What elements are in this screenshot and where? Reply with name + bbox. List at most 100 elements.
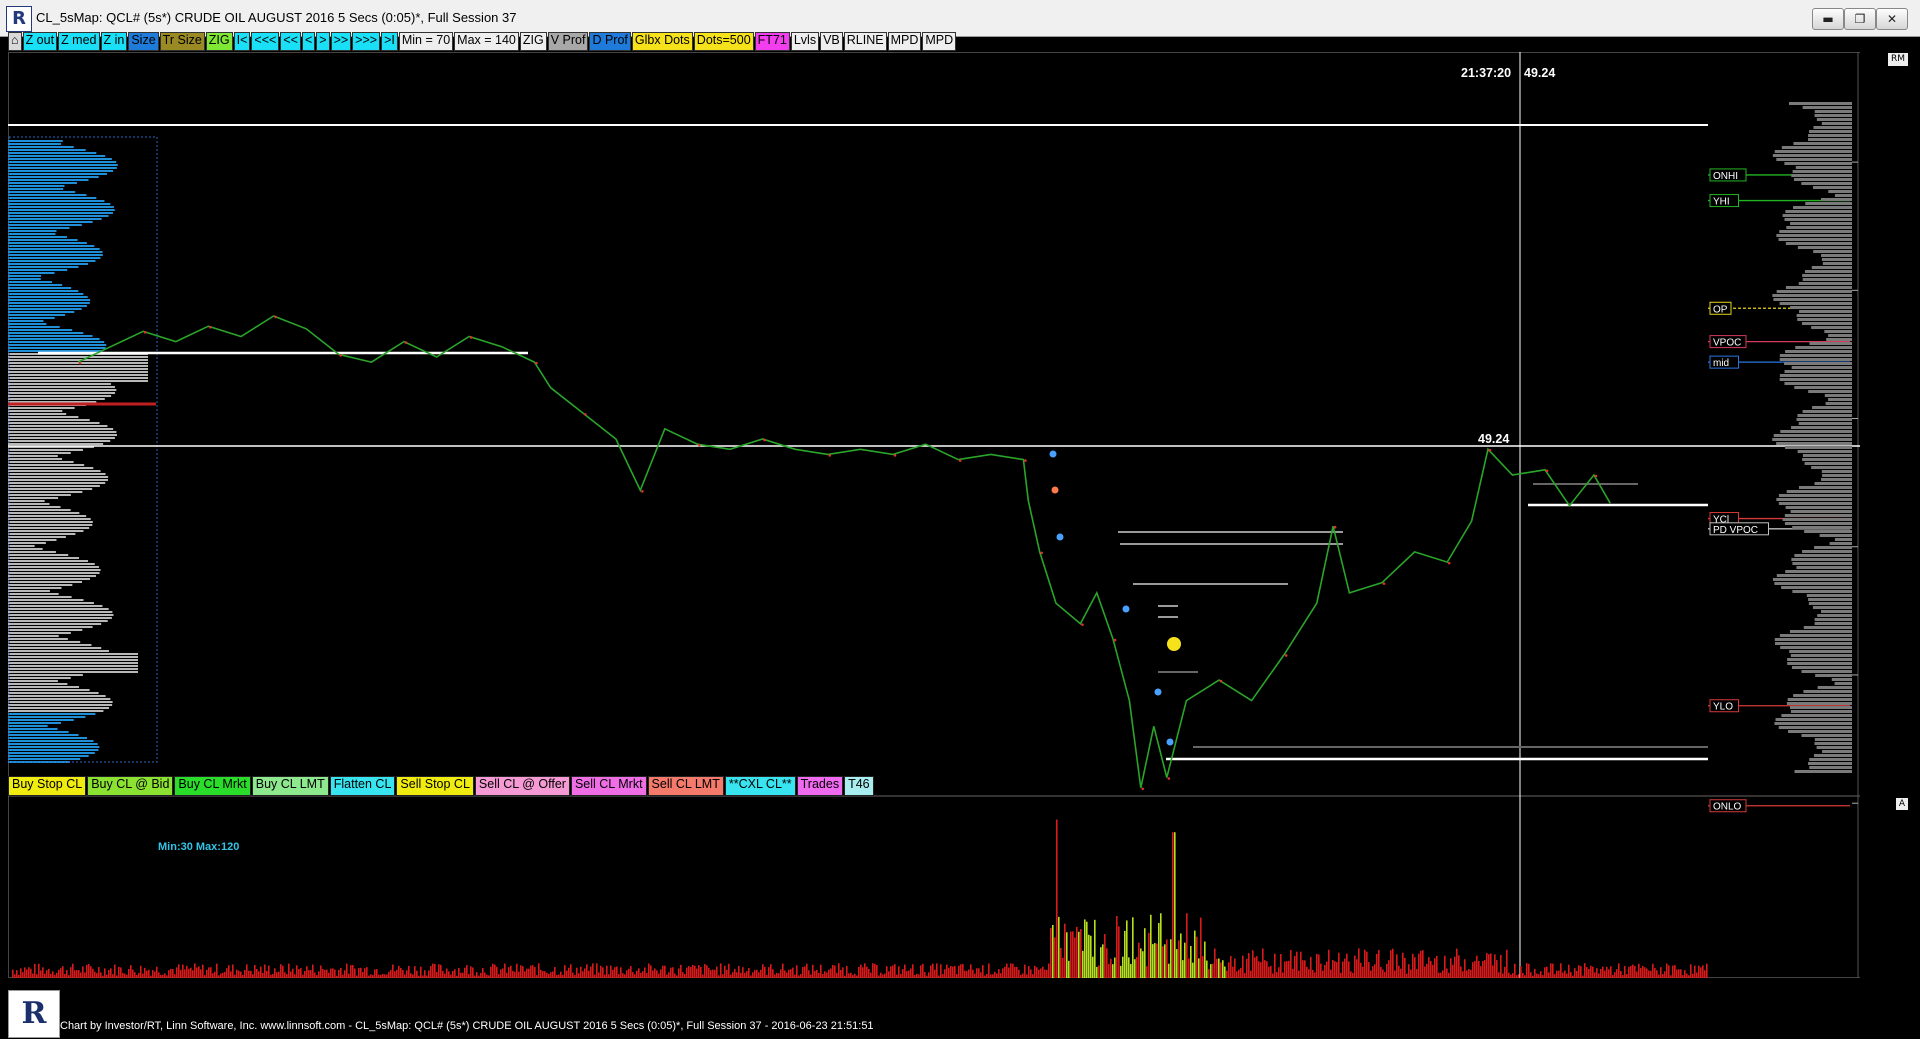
depth-bar <box>1813 186 1852 189</box>
toolbar-btn-rline[interactable]: RLINE <box>843 32 887 51</box>
order-btn-cxl[interactable]: **CXL CL** <box>724 776 796 796</box>
order-btn-buy-stop[interactable]: Buy Stop CL <box>8 776 87 796</box>
volume-bar <box>1392 948 1394 978</box>
toolbar-btn-gt2[interactable]: >> <box>330 32 352 51</box>
volume-bar <box>1402 952 1404 978</box>
volume-bar <box>882 974 884 978</box>
order-btn-sell-stop[interactable]: Sell Stop CL <box>396 776 474 796</box>
volume-bar <box>450 974 452 978</box>
order-btn-buy-mrkt[interactable]: Buy CL Mrkt <box>174 776 251 796</box>
volume-bar <box>548 973 550 978</box>
volume-bar <box>56 972 58 978</box>
app-icon[interactable]: R <box>6 6 32 32</box>
toolbar-btn-gt1[interactable]: > <box>316 32 330 51</box>
volume-profile-bar <box>8 590 50 592</box>
toolbar-btn-zig1[interactable]: ZIG <box>205 32 233 51</box>
toolbar-btn-lt3[interactable]: <<< <box>251 32 280 51</box>
volume-bar <box>934 969 936 978</box>
volume-bar <box>448 971 450 978</box>
volume-bar <box>264 964 266 978</box>
volume-bar <box>1060 947 1062 978</box>
toolbar-btn-mpd2[interactable]: MPD <box>922 32 957 51</box>
volume-bar <box>174 974 176 978</box>
toolbar-btn-home[interactable]: ⌂ <box>8 32 22 51</box>
volume-bar <box>770 964 772 978</box>
volume-bar <box>288 963 290 978</box>
toolbar-btn-tr-size[interactable]: Tr Size <box>159 32 205 51</box>
order-btn-sell-mrkt[interactable]: Sell CL Mrkt <box>570 776 647 796</box>
order-btn-t46[interactable]: T46 <box>844 776 874 796</box>
toolbar-btn-size[interactable]: Size <box>128 32 159 51</box>
volume-bar <box>1204 941 1206 978</box>
volume-bar <box>936 963 938 978</box>
depth-bar <box>1772 154 1852 157</box>
toolbar-btn-lt1[interactable]: < <box>301 32 316 51</box>
volume-bar <box>1538 974 1540 978</box>
volume-bar <box>1378 949 1380 978</box>
volume-bar <box>1122 956 1124 978</box>
toolbar-btn-lt2[interactable]: << <box>280 32 301 51</box>
toolbar-btn-glbx-dots[interactable]: Glbx Dots <box>631 32 693 51</box>
toolbar-btn-lvls[interactable]: Lvls <box>790 32 820 51</box>
volume-bar <box>546 972 548 978</box>
price-chart[interactable]: ONHIYHIOPVPOCmidYClPD VPOCYLOONLO50.5050… <box>8 52 1860 978</box>
volume-bar <box>478 975 480 978</box>
volume-bar <box>1514 963 1516 978</box>
volume-bar <box>1450 958 1452 978</box>
volume-bar <box>742 967 744 978</box>
rm-badge[interactable]: RM <box>1888 53 1908 66</box>
volume-bar <box>1078 931 1080 978</box>
close-button[interactable]: ✕ <box>1876 8 1908 30</box>
volume-bar <box>1288 960 1290 978</box>
toolbar-btn-gt3[interactable]: >>> <box>352 32 381 51</box>
volume-bar <box>864 963 866 978</box>
volume-bar <box>1614 972 1616 978</box>
volume-bar <box>604 974 606 978</box>
depth-bar <box>1785 446 1852 449</box>
volume-bar <box>624 974 626 978</box>
volume-bar <box>566 970 568 978</box>
minimize-button[interactable]: ▬ <box>1812 8 1844 30</box>
volume-bar <box>1088 934 1090 978</box>
depth-bar <box>1787 658 1852 661</box>
volume-bar <box>1420 950 1422 978</box>
depth-bar <box>1821 478 1852 481</box>
toolbar-btn-i-lt[interactable]: I< <box>233 32 251 51</box>
autoscale-badge[interactable]: A <box>1896 798 1908 810</box>
toolbar-btn-z-out[interactable]: Z out <box>22 32 58 51</box>
toolbar-btn-dots500[interactable]: Dots=500 <box>693 32 754 51</box>
toolbar-btn-min70[interactable]: Min = 70 <box>398 32 454 51</box>
toolbar-btn-z-med[interactable]: Z med <box>58 32 100 51</box>
toolbar-btn-z-in[interactable]: Z in <box>100 32 128 51</box>
volume-profile-bar <box>8 434 118 436</box>
order-btn-buy-bid[interactable]: Buy CL @ Bid <box>87 776 174 796</box>
order-btn-buy-lmt[interactable]: Buy CL LMT <box>251 776 329 796</box>
toolbar-btn-ft71[interactable]: FT71 <box>754 32 790 51</box>
volume-bar <box>726 969 728 978</box>
depth-bar <box>1801 670 1852 673</box>
chart-canvas[interactable]: ONHIYHIOPVPOCmidYClPD VPOCYLOONLO50.5050… <box>8 52 1860 978</box>
order-btn-sell-lmt[interactable]: Sell CL LMT <box>647 776 724 796</box>
volume-bar <box>1578 965 1580 978</box>
volume-bar <box>1150 914 1152 978</box>
volume-bar <box>722 974 724 978</box>
order-btn-flatten[interactable]: Flatten CL <box>329 776 396 796</box>
volume-bar <box>1268 966 1270 978</box>
volume-bar <box>930 965 932 978</box>
volume-bar <box>846 966 848 978</box>
depth-bar <box>1774 722 1852 725</box>
volume-bar <box>112 974 114 978</box>
toolbar-btn-gt-i[interactable]: >I <box>381 32 398 51</box>
volume-bar <box>488 975 490 978</box>
maximize-button[interactable]: ❐ <box>1844 8 1876 30</box>
toolbar-btn-zig2[interactable]: ZIG <box>519 32 547 51</box>
toolbar-btn-max140[interactable]: Max = 140 <box>454 32 519 51</box>
toolbar-btn-vb[interactable]: VB <box>820 32 843 51</box>
toolbar-btn-d-prof[interactable]: D Prof <box>589 32 631 51</box>
volume-profile-bar <box>8 173 107 175</box>
toolbar-btn-mpd1[interactable]: MPD <box>887 32 922 51</box>
price-tick-mark <box>339 354 343 357</box>
order-btn-trades[interactable]: Trades <box>796 776 844 796</box>
toolbar-btn-v-prof[interactable]: V Prof <box>547 32 589 51</box>
order-btn-sell-offer[interactable]: Sell CL @ Offer <box>474 776 570 796</box>
